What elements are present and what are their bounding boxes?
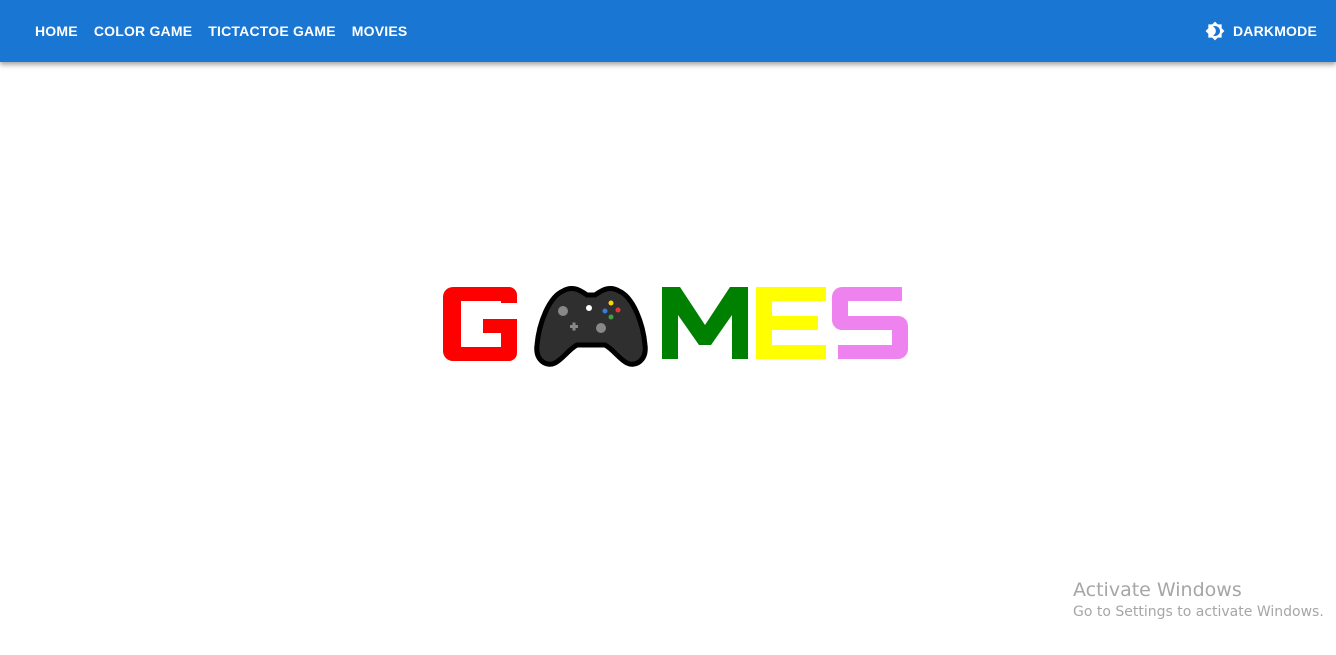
darkmode-button[interactable]: DARKMODE [1197, 15, 1317, 47]
app-bar: HOME COLOR GAME TICTACTOE GAME MOVIES DA… [0, 0, 1336, 62]
watermark-title: Activate Windows [1073, 579, 1242, 601]
nav-color-game-button[interactable]: COLOR GAME [86, 17, 200, 45]
logo-letter-m [662, 287, 748, 359]
nav-tictactoe-game-button[interactable]: TICTACTOE GAME [200, 17, 344, 45]
windows-activation-watermark: Activate Windows Go to Settings to activ… [1073, 578, 1324, 622]
darkmode-label: DARKMODE [1232, 23, 1317, 39]
brightness-icon [1205, 21, 1225, 41]
nav-movies-button[interactable]: MOVIES [344, 17, 416, 45]
logo-letter-g [443, 287, 517, 361]
games-logo [443, 283, 913, 367]
logo-letter-s [832, 287, 908, 359]
game-controller-icon [534, 286, 648, 367]
logo-letter-e [756, 287, 826, 359]
main-nav: HOME COLOR GAME TICTACTOE GAME MOVIES [27, 17, 1197, 45]
nav-home-button[interactable]: HOME [27, 17, 86, 45]
watermark-subtitle: Go to Settings to activate Windows. [1073, 604, 1324, 620]
